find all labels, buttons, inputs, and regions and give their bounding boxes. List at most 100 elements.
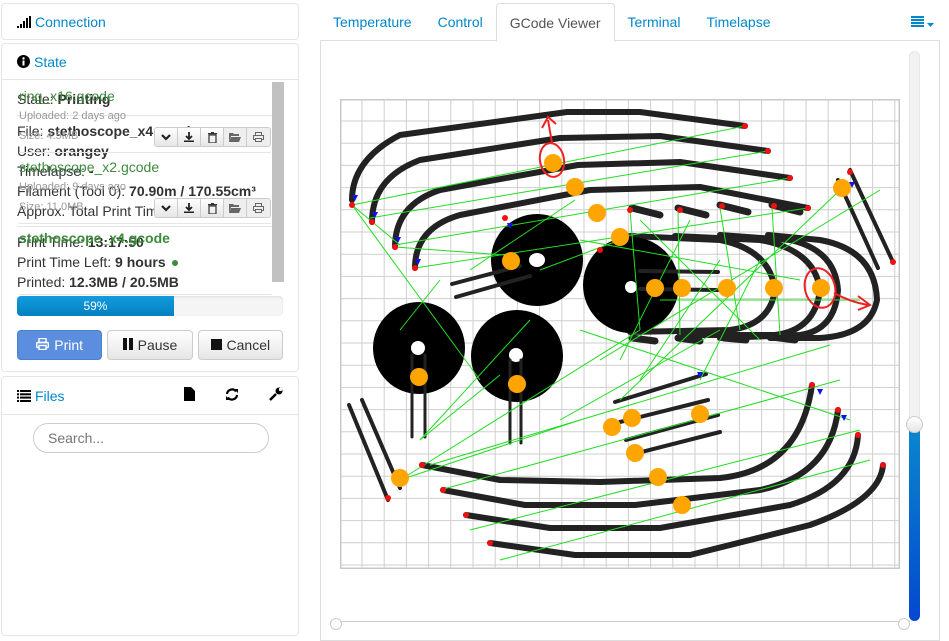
extrusion-segment	[674, 334, 704, 345]
tab-temperature[interactable]: Temperature	[320, 3, 425, 41]
tool-position-marker	[410, 368, 428, 386]
tool-position-marker	[623, 409, 641, 427]
tab-overflow-menu[interactable]	[911, 3, 940, 40]
connection-panel: Connection	[1, 3, 299, 40]
command-slider-start-handle[interactable]	[330, 618, 342, 630]
print-button-label: Print	[54, 337, 84, 353]
retract-marker	[880, 462, 886, 468]
state-header[interactable]: State	[2, 44, 298, 80]
folder-open-icon[interactable]	[224, 199, 247, 217]
disc-hole	[411, 341, 425, 355]
download-icon[interactable]	[178, 199, 201, 217]
wrench-icon[interactable]	[269, 387, 283, 404]
file-list-item[interactable]: stethoscope_x4.gcode	[19, 224, 271, 295]
disc-hole	[625, 281, 637, 293]
tool-position-marker	[673, 496, 691, 514]
files-header[interactable]: Files	[2, 377, 298, 415]
file-name[interactable]: ring_x16.gcode	[19, 86, 271, 106]
command-slider-end-handle[interactable]	[898, 618, 910, 630]
file-actions	[154, 198, 271, 218]
upload-file-icon[interactable]	[184, 387, 195, 404]
retract-marker	[835, 407, 841, 413]
tool-position-marker	[833, 179, 851, 197]
list-menu-icon	[911, 14, 924, 30]
retract-marker	[369, 219, 375, 225]
print-progress-bar: 59%	[17, 296, 283, 316]
tool-position-marker	[765, 279, 783, 297]
folder-open-icon[interactable]	[224, 128, 247, 146]
tab-control[interactable]: Control	[425, 3, 496, 41]
print-file-icon[interactable]	[247, 128, 270, 146]
file-list-scrollbar[interactable]	[272, 82, 284, 282]
files-panel: Files	[1, 376, 299, 636]
retract-marker	[771, 203, 777, 209]
tool-position-marker	[718, 279, 736, 297]
trash-icon[interactable]	[201, 199, 224, 217]
file-actions	[154, 127, 271, 147]
command-slider[interactable]	[330, 618, 910, 631]
chevron-down-icon[interactable]	[155, 128, 178, 146]
retract-marker	[487, 540, 493, 546]
files-title[interactable]: Files	[35, 388, 65, 404]
disc-hole	[529, 253, 545, 267]
tab-timelapse[interactable]: Timelapse	[693, 3, 783, 41]
retract-marker	[805, 205, 811, 211]
file-search-input[interactable]	[33, 423, 269, 453]
tool-position-marker	[508, 375, 526, 393]
tool-position-marker	[646, 279, 664, 297]
chevron-down-icon[interactable]	[155, 199, 178, 217]
retract-marker	[440, 487, 446, 493]
tool-position-marker	[588, 204, 606, 222]
pause-icon	[122, 337, 133, 353]
retract-marker	[677, 207, 683, 213]
retract-marker	[847, 169, 853, 175]
tool-position-marker	[673, 279, 691, 297]
caret-down-icon	[927, 14, 934, 30]
file-name[interactable]: stethoscope_x4.gcode	[19, 228, 271, 248]
refresh-icon[interactable]	[225, 387, 239, 404]
list-icon	[17, 389, 31, 402]
cancel-button-label: Cancel	[226, 337, 271, 353]
cancel-button[interactable]: Cancel	[197, 330, 283, 360]
file-list-item[interactable]: ring_x16.gcode Uploaded: 2 days ago Size: …	[19, 82, 271, 153]
print-button[interactable]: Print	[17, 330, 103, 360]
download-icon[interactable]	[178, 128, 201, 146]
connection-title[interactable]: Connection	[35, 14, 106, 30]
file-name[interactable]: stethoscope_x2.gcode	[19, 157, 271, 177]
stop-icon	[210, 337, 222, 353]
tool-position-marker	[649, 468, 667, 486]
connection-header[interactable]: Connection	[2, 4, 298, 40]
printer-icon	[36, 337, 50, 353]
retract-marker	[742, 123, 748, 129]
tool-position-marker	[502, 252, 520, 270]
tool-position-marker	[603, 418, 621, 436]
tab-terminal[interactable]: Terminal	[615, 3, 694, 41]
tab-gcode-viewer[interactable]: GCode Viewer	[495, 3, 615, 42]
tool-position-marker	[544, 154, 562, 172]
info-icon	[17, 55, 30, 68]
trash-icon[interactable]	[201, 128, 224, 146]
pause-button[interactable]: Pause	[107, 330, 193, 360]
gcode-canvas[interactable]	[340, 99, 900, 569]
layer-slider-fill	[909, 423, 920, 621]
tool-position-marker	[691, 405, 709, 423]
tool-position-marker	[611, 228, 629, 246]
print-progress-fill: 59%	[17, 296, 174, 316]
retract-marker	[765, 148, 771, 154]
pause-button-label: Pause	[137, 337, 178, 353]
file-list-item[interactable]: stethoscope_x2.gcode Uploaded: 9 days ago…	[19, 153, 271, 224]
print-file-icon[interactable]	[247, 199, 270, 217]
main-tabs: Temperature Control GCode Viewer Terminal Ti…	[320, 3, 940, 42]
file-uploaded: Uploaded: 2 days ago	[19, 110, 127, 122]
retract-marker	[412, 265, 418, 271]
retract-marker	[419, 462, 425, 468]
retract-marker	[809, 382, 815, 388]
retract-marker	[627, 207, 633, 213]
tool-position-marker	[626, 444, 644, 462]
layer-slider-handle[interactable]	[906, 415, 923, 433]
state-title[interactable]: State	[34, 54, 67, 70]
tool-position-marker	[812, 279, 830, 297]
tool-position-marker	[566, 178, 584, 196]
retract-marker	[719, 203, 725, 209]
tool-position-marker	[391, 469, 409, 487]
